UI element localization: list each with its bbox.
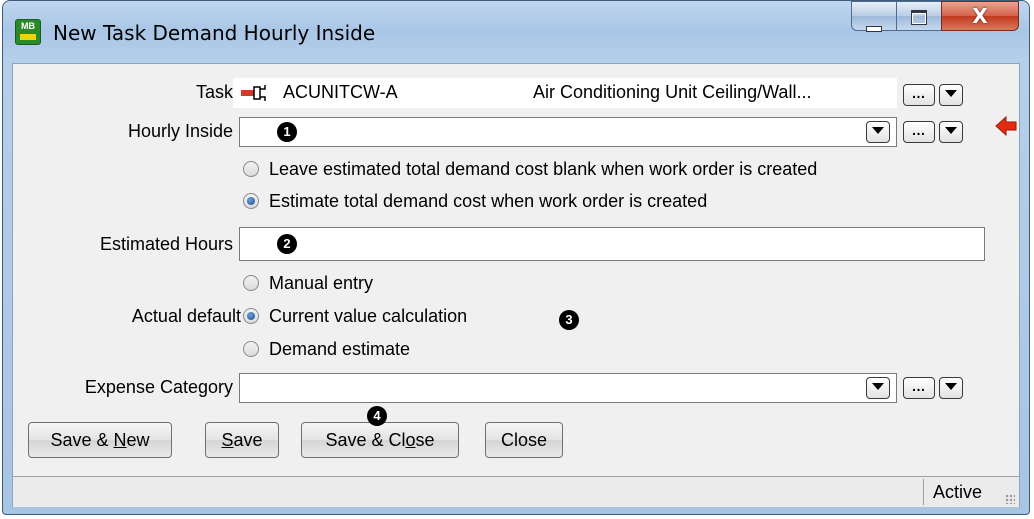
radio-dot [243,193,259,209]
resize-grip-icon[interactable] [1005,494,1015,504]
task-browse-button[interactable]: … [903,84,935,106]
hourly-inside-combo-arrow[interactable] [866,121,890,143]
radio-cost-estimate-label: Estimate total demand cost when work ord… [269,191,708,211]
radio-manual-entry-label: Manual entry [269,273,374,293]
expense-category-dropdown-button[interactable] [939,377,963,399]
save-accelerator: S [221,430,234,450]
hourly-inside-label: Hourly Inside [127,121,233,141]
status-text: Active [933,482,983,502]
save-new-button-label-post: ew [126,430,150,450]
red-arrow-icon [995,115,1017,137]
hourly-inside-browse-button[interactable]: … [903,121,935,143]
app-icon: MB [15,19,41,45]
chevron-down-icon [872,127,884,135]
minimize-icon [852,16,896,37]
radio-dot [243,341,259,357]
title-bar[interactable]: MB New Task Demand Hourly Inside X [3,1,1029,63]
callout-1: 1 [277,122,297,142]
save-new-accelerator: N [113,430,127,450]
save-button-label-post: ave [233,430,263,450]
app-icon-label: MB [21,21,35,31]
close-button[interactable]: Close [485,422,563,458]
save-close-button-label-post: se [415,430,435,450]
minimize-button[interactable] [851,1,897,31]
estimated-hours-label: Estimated Hours [99,234,233,254]
save-button[interactable]: Save [205,422,279,458]
task-description: Air Conditioning Unit Ceiling/Wall... [533,82,812,102]
close-window-button[interactable]: X [941,1,1019,31]
task-display: ACUNITCW-A Air Conditioning Unit Ceiling… [233,78,897,108]
radio-dot [243,275,259,291]
chevron-down-icon [945,383,957,391]
close-icon: X [972,4,988,28]
radio-dot [243,161,259,177]
task-dropdown-button[interactable] [939,84,963,106]
status-bar: Active [13,476,1019,507]
maximize-icon [897,9,941,30]
plug-icon [241,85,266,101]
callout-4: 4 [367,406,387,426]
task-code: ACUNITCW-A [283,82,398,102]
chevron-down-icon [945,127,957,135]
save-new-button[interactable]: Save & New [28,422,172,458]
save-close-button-label-pre: Save & Cl [325,430,406,450]
expense-category-label: Expense Category [84,377,233,397]
save-new-button-label-pre: Save & [50,430,114,450]
expense-category-combo[interactable] [239,373,897,403]
save-close-accelerator: o [405,430,416,450]
status-divider [923,479,924,505]
dialog-window: MB New Task Demand Hourly Inside X Task … [2,0,1030,515]
actual-default-label: Actual default [131,306,241,326]
callout-3: 3 [559,310,579,330]
chevron-down-icon [872,383,884,391]
callout-2: 2 [277,234,297,254]
save-close-button[interactable]: Save & Close [301,422,459,458]
maximize-button[interactable] [896,1,942,31]
hourly-inside-dropdown-button[interactable] [939,121,963,143]
radio-current-value-label: Current value calculation [269,306,468,326]
hourly-inside-combo[interactable] [239,117,897,147]
chevron-down-icon [945,90,957,98]
task-label: Task [195,82,233,102]
radio-demand-estimate-label: Demand estimate [269,339,411,359]
window-title: New Task Demand Hourly Inside [53,21,376,45]
expense-category-browse-button[interactable]: … [903,377,935,399]
estimated-hours-input[interactable] [239,227,985,261]
radio-cost-blank-label: Leave estimated total demand cost blank … [269,159,818,179]
radio-dot [243,308,259,324]
expense-category-combo-arrow[interactable] [866,377,890,399]
dialog-body: Task ACUNITCW-A Air Conditioning Unit Ce… [12,63,1020,507]
